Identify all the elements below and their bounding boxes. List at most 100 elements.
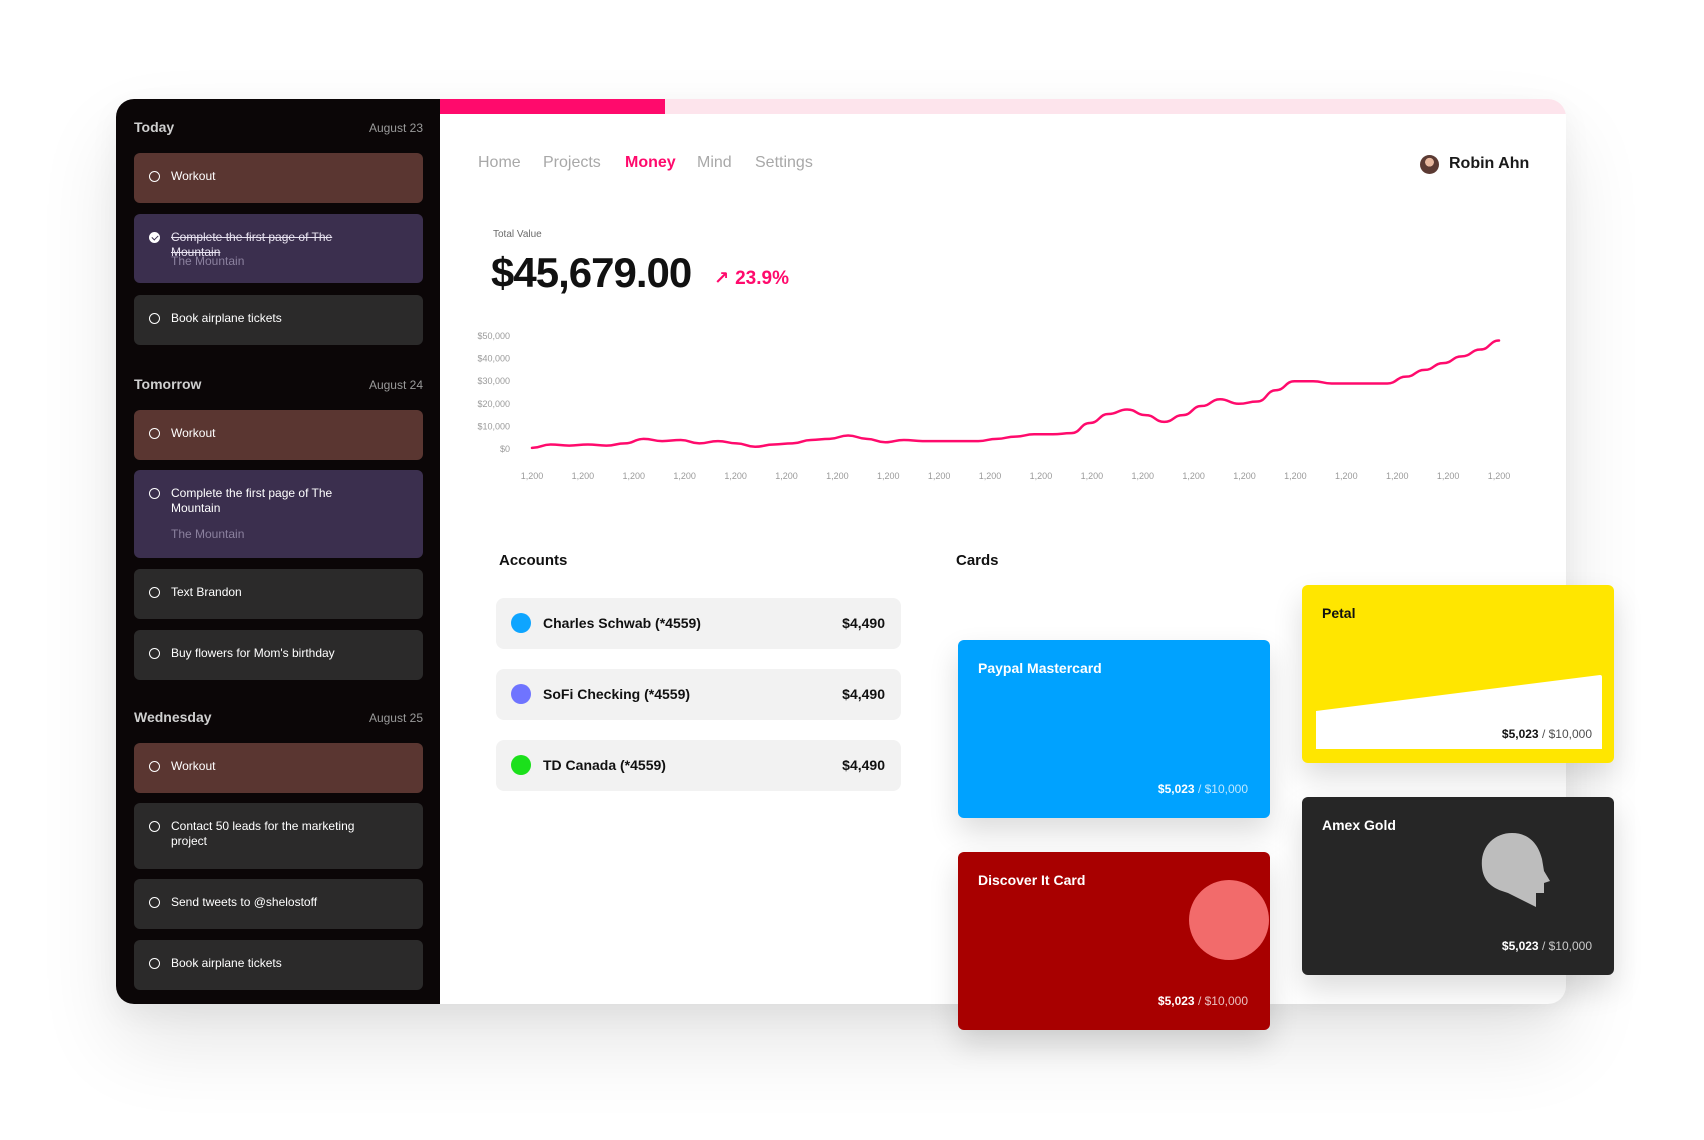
task-item[interactable]: Complete the first page of The Mountain … xyxy=(134,470,423,558)
section-title: Tomorrow xyxy=(134,376,202,392)
x-tick-label: 1,200 xyxy=(775,471,798,481)
change-percent: 23.9% xyxy=(735,268,789,289)
account-color-dot xyxy=(511,613,531,633)
task-item[interactable]: Workout xyxy=(134,743,423,793)
account-amount: $4,490 xyxy=(842,686,885,702)
task-item[interactable]: Contact 50 leads for the marketing proje… xyxy=(134,803,423,869)
task-item[interactable]: Book airplane tickets xyxy=(134,940,423,990)
section-header-tomorrow: Tomorrow August 24 xyxy=(134,376,423,396)
portfolio-line-chart: $50,000 $40,000 $30,000 $20,000 $10,000 $0 1,2… xyxy=(477,331,1511,481)
x-tick-label: 1,200 xyxy=(724,471,747,481)
x-tick-label: 1,200 xyxy=(1233,471,1256,481)
x-tick-label: 1,200 xyxy=(1131,471,1154,481)
account-name: SoFi Checking (*4559) xyxy=(543,686,691,702)
accounts-heading: Accounts xyxy=(499,552,568,569)
section-header-wednesday: Wednesday August 25 xyxy=(134,709,423,729)
head-silhouette-icon xyxy=(1481,833,1550,907)
card-petal[interactable]: Petal $5,023 / $10,000 xyxy=(1302,585,1614,763)
account-amount: $4,490 xyxy=(842,757,885,773)
card-name: Petal xyxy=(1322,605,1356,621)
task-label: Send tweets to @shelostoff xyxy=(171,895,318,909)
arrow-up-right-icon: ↗ xyxy=(714,268,730,288)
section-header-today: Today August 23 xyxy=(134,119,423,139)
y-tick-label: $50,000 xyxy=(477,331,510,341)
checkbox-circle-icon[interactable] xyxy=(149,313,160,324)
user-avatar[interactable] xyxy=(1420,155,1439,174)
account-row[interactable]: Charles Schwab (*4559) $4,490 xyxy=(496,598,901,649)
task-item[interactable]: Buy flowers for Mom's birthday xyxy=(134,630,423,680)
x-tick-label: 1,200 xyxy=(673,471,696,481)
task-item[interactable]: Workout xyxy=(134,410,423,460)
y-tick-label: $30,000 xyxy=(477,376,510,386)
card-balance: $5,023 / $10,000 xyxy=(1501,727,1592,741)
task-item[interactable]: Book airplane tickets xyxy=(134,295,423,345)
y-tick-label: $10,000 xyxy=(477,421,510,431)
task-label: Book airplane tickets xyxy=(171,311,282,325)
total-value-label: Total Value xyxy=(493,229,542,240)
nav-settings[interactable]: Settings xyxy=(755,154,813,172)
checkbox-circle-icon[interactable] xyxy=(149,761,160,772)
y-tick-label: $20,000 xyxy=(477,399,510,409)
account-row[interactable]: SoFi Checking (*4559) $4,490 xyxy=(496,669,901,720)
checkbox-circle-icon[interactable] xyxy=(149,821,160,832)
task-label: Workout xyxy=(171,426,216,440)
x-tick-label: 1,200 xyxy=(1488,471,1511,481)
section-date: August 24 xyxy=(368,378,423,392)
x-tick-label: 1,200 xyxy=(826,471,849,481)
section-date: August 25 xyxy=(368,711,423,725)
user-name: Robin Ahn xyxy=(1449,155,1530,172)
task-item[interactable]: Send tweets to @shelostoff xyxy=(134,879,423,929)
card-discover-it[interactable]: Discover It Card $5,023 / $10,000 xyxy=(958,852,1270,1030)
account-row[interactable]: TD Canada (*4559) $4,490 xyxy=(496,740,901,791)
account-amount: $4,490 xyxy=(842,615,885,631)
x-tick-label: 1,200 xyxy=(877,471,900,481)
circle-decoration-icon xyxy=(1189,880,1269,960)
task-subtitle: The Mountain xyxy=(171,254,245,268)
task-label: Complete the first page of The Mountain xyxy=(171,486,333,515)
y-tick-label: $0 xyxy=(500,444,510,454)
checked-circle-icon[interactable] xyxy=(149,232,160,243)
task-item[interactable]: Workout xyxy=(134,153,423,203)
account-color-dot xyxy=(511,755,531,775)
y-tick-label: $40,000 xyxy=(477,354,510,364)
task-label: Text Brandon xyxy=(171,585,242,599)
card-balance: $5,023 / $10,000 xyxy=(1157,994,1248,1008)
card-name: Paypal Mastercard xyxy=(978,660,1102,676)
x-tick-label: 1,200 xyxy=(1386,471,1409,481)
cards-heading: Cards xyxy=(956,552,999,569)
task-label: Workout xyxy=(171,759,216,773)
checkbox-circle-icon[interactable] xyxy=(149,648,160,659)
checkbox-circle-icon[interactable] xyxy=(149,958,160,969)
series-line xyxy=(530,339,1501,450)
checkbox-circle-icon[interactable] xyxy=(149,488,160,499)
nav-money[interactable]: Money xyxy=(625,154,676,172)
progress-bar xyxy=(440,99,1566,114)
task-item[interactable]: Complete the first page of The Mountain … xyxy=(134,214,423,283)
card-paypal-mastercard[interactable]: Paypal Mastercard $5,023 / $10,000 xyxy=(958,640,1270,818)
section-title: Today xyxy=(134,119,175,135)
task-label: Buy flowers for Mom's birthday xyxy=(171,646,335,660)
nav-home[interactable]: Home xyxy=(478,154,521,172)
x-tick-label: 1,200 xyxy=(1335,471,1358,481)
card-name: Discover It Card xyxy=(978,872,1086,888)
card-balance: $5,023 / $10,000 xyxy=(1157,782,1248,796)
x-tick-label: 1,200 xyxy=(572,471,595,481)
nav-projects[interactable]: Projects xyxy=(543,154,601,172)
card-amex-gold[interactable]: Amex Gold $5,023 / $10,000 xyxy=(1302,797,1614,975)
checkbox-circle-icon[interactable] xyxy=(149,587,160,598)
x-tick-label: 1,200 xyxy=(1182,471,1205,481)
checkbox-circle-icon[interactable] xyxy=(149,171,160,182)
checkbox-circle-icon[interactable] xyxy=(149,428,160,439)
nav-mind[interactable]: Mind xyxy=(697,154,732,172)
x-tick-label: 1,200 xyxy=(1284,471,1307,481)
task-label: Book airplane tickets xyxy=(171,956,282,970)
card-name: Amex Gold xyxy=(1322,817,1396,833)
task-label: Contact 50 leads for the marketing proje… xyxy=(171,819,355,848)
total-value-change: ↗ 23.9% xyxy=(714,268,789,290)
section-date: August 23 xyxy=(368,121,423,135)
checkbox-circle-icon[interactable] xyxy=(149,897,160,908)
card-balance: $5,023 / $10,000 xyxy=(1501,939,1592,953)
task-item[interactable]: Text Brandon xyxy=(134,569,423,619)
account-name: TD Canada (*4559) xyxy=(543,757,666,773)
task-label: Workout xyxy=(171,169,216,183)
